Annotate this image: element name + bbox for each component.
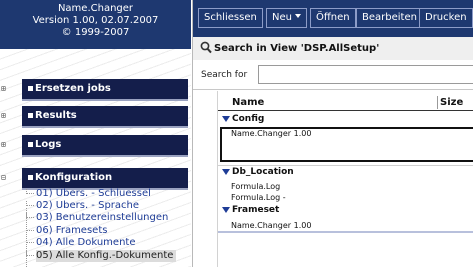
section-shadow [22,99,188,101]
tree-connector [26,200,34,206]
section-shadow [22,155,188,157]
app-header: Name.Changer Version 1.00, 02.07.2007 © … [0,0,191,49]
category-divider [218,231,473,233]
collapse-triangle-icon[interactable] [222,207,230,213]
column-header-size[interactable]: Size [437,96,463,109]
nav-item-label: 04) Alle Dokumente [36,237,136,248]
bullet-icon [28,86,33,91]
navigator-pane: Name.Changer Version 1.00, 02.07.2007 © … [0,0,191,267]
button-label: Drucken [425,12,467,23]
category-frameset[interactable]: Frameset [218,204,473,217]
open-button[interactable]: Öffnen [310,8,356,28]
collapse-icon[interactable]: ⊟ [1,174,9,182]
nav-item-framesets[interactable]: 06) Framesets [22,225,191,237]
button-label: Schliessen [204,12,257,23]
nav-section-ersetzen-jobs[interactable]: ⊞ Ersetzen jobs [0,79,191,101]
action-bar: Schliessen Neu Öffnen Bearbeiten Drucken [193,0,473,37]
app-version: Version 1.00, 02.07.2007 [32,15,159,26]
view-title: Search in View 'DSP.AllSetup' [214,43,380,54]
document-row[interactable]: Name.Changer 1.00 [218,128,473,139]
app-name: Name.Changer [57,3,134,14]
selection-margin[interactable] [193,91,218,267]
category-config[interactable]: Config [218,113,473,126]
document-name: Formula.Log - [231,193,286,202]
section-bar[interactable]: Ersetzen jobs [22,79,188,99]
document-name: Name.Changer 1.00 [231,221,312,230]
search-icon [200,41,212,54]
nav-item-alle-dokumente[interactable]: 04) Alle Dokumente [22,237,191,249]
category-db-location[interactable]: Db_Location [218,166,473,179]
edit-button[interactable]: Bearbeiten [356,8,423,28]
collapse-triangle-icon[interactable] [222,116,230,122]
section-bar[interactable]: Results [22,106,188,126]
category-label: Frameset [232,205,280,215]
document-name: Formula.Log [231,182,281,191]
button-label: Öffnen [316,12,350,23]
tree-connector [26,212,34,218]
button-label: Bearbeiten [362,12,417,23]
column-header-row: Name Size [218,95,473,111]
tree-connector [26,225,34,231]
document-view: Name Size Config Name.Changer 1.00 Db_Lo… [193,91,473,267]
bullet-icon [28,142,33,147]
category-label: Config [232,114,265,124]
category-label: Db_Location [232,167,294,177]
tree-connector [26,250,34,256]
nav-section-logs[interactable]: ⊞ Logs [0,135,191,157]
section-label: Logs [35,139,62,150]
nav-item-uebers-sprache[interactable]: 02) Übers. - Sprache [22,200,191,212]
nav-item-alle-konfig-dokumente[interactable]: 05) Alle Konfig.-Dokumente [22,250,191,262]
document-name: Name.Changer 1.00 [231,129,312,138]
document-row[interactable]: Formula.Log [218,181,473,192]
section-bar[interactable]: Logs [22,135,188,155]
view-title-bar: Search in View 'DSP.AllSetup' [193,37,473,60]
nav-item-label: 06) Framesets [36,225,108,236]
nav-item-label: 01) Übers. - Schluessel [36,188,151,199]
nav-section-results[interactable]: ⊞ Results [0,106,191,128]
expand-icon[interactable]: ⊞ [1,85,9,93]
expand-icon[interactable]: ⊞ [1,141,9,149]
section-label: Results [35,110,77,121]
search-label: Search for [201,70,248,80]
view-pane: Schliessen Neu Öffnen Bearbeiten Drucken… [192,0,473,267]
nav-item-benutzereinstellungen[interactable]: 03) Benutzereinstellungen [22,212,191,224]
tree-connector [26,188,34,194]
new-menu-button[interactable]: Neu [266,8,307,28]
section-shadow [22,126,188,128]
document-row[interactable]: Formula.Log - [218,192,473,203]
section-label: Ersetzen jobs [35,83,111,94]
config-view-list: 01) Übers. - Schluessel 02) Übers. - Spr… [22,187,191,267]
document-row[interactable]: Name.Changer 1.00 [218,220,473,231]
dropdown-caret-icon [294,14,301,18]
column-header-name[interactable]: Name [232,96,264,109]
section-label: Konfiguration [35,172,113,183]
nav-item-uebers-schluessel[interactable]: 01) Übers. - Schluessel [22,188,191,200]
tree-connector [26,237,34,243]
expand-icon[interactable]: ⊞ [1,112,9,120]
button-label: Neu [272,12,292,23]
search-bar: Search for [193,60,473,90]
bullet-icon [28,113,33,118]
print-button[interactable]: Drucken [419,8,473,28]
bullet-icon [28,175,33,180]
search-input[interactable] [258,65,473,84]
app-copyright: © 1999-2007 [61,27,130,38]
nav-item-label: 03) Benutzereinstellungen [36,212,169,223]
close-button[interactable]: Schliessen [198,8,263,28]
collapse-triangle-icon[interactable] [222,169,230,175]
section-bar[interactable]: Konfiguration [22,168,188,188]
nav-item-label: 05) Alle Konfig.-Dokumente [36,250,177,262]
nav-item-label: 02) Übers. - Sprache [36,200,140,211]
nav-section-konfiguration[interactable]: ⊟ Konfiguration [0,168,191,190]
